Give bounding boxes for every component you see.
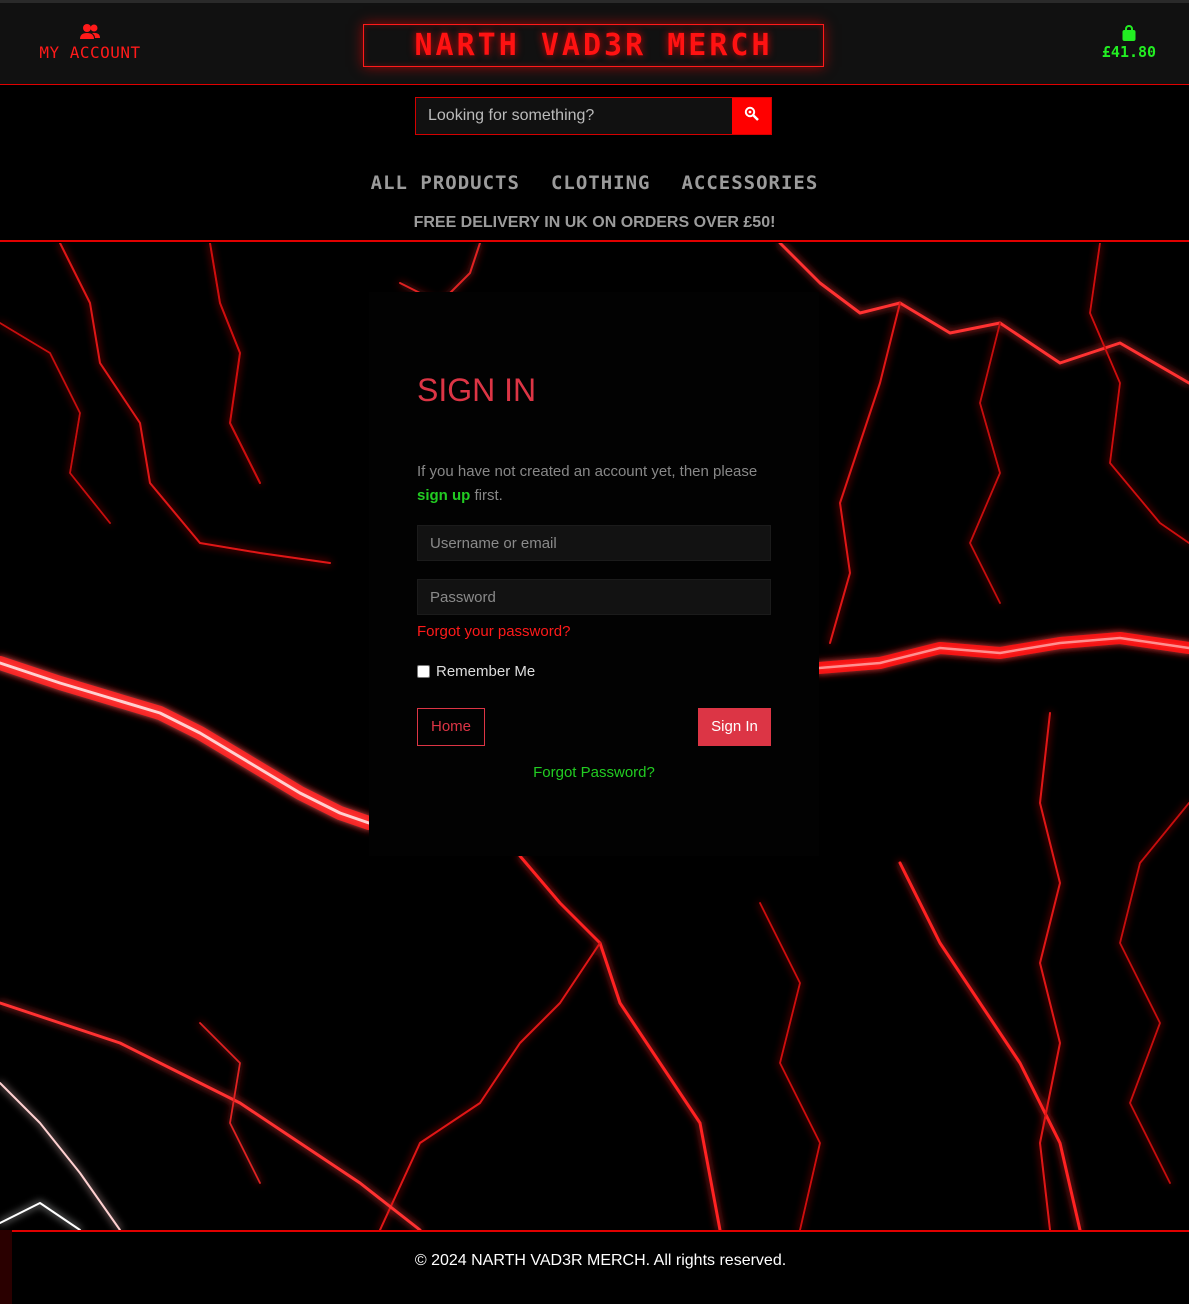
footer-copyright: © 2024 NARTH VAD3R MERCH. All rights res… [414, 1252, 787, 1269]
footer-edge [0, 1230, 12, 1304]
intro-text: If you have not created an account yet, … [417, 463, 758, 480]
nav-clothing[interactable]: CLOTHING [551, 172, 651, 194]
intro-suffix: first. [474, 487, 503, 504]
remember-label: Remember Me [436, 663, 536, 680]
signin-title: SIGN IN [417, 372, 537, 408]
remember-checkbox[interactable] [417, 665, 430, 678]
top-header: MY ACCOUNT NARTH VAD3R MERCH £41.80 [0, 0, 1189, 85]
forgot-password-link-secondary[interactable]: Forgot Password? [369, 764, 819, 781]
search-bar [415, 97, 772, 135]
cart-link[interactable]: £41.80 [1096, 25, 1162, 62]
home-button[interactable]: Home [417, 708, 485, 746]
site-footer: © 2024 NARTH VAD3R MERCH. All rights res… [12, 1230, 1189, 1304]
signin-card: SIGN IN If you have not created an accou… [369, 292, 819, 856]
users-icon [28, 23, 152, 41]
search-input[interactable] [416, 98, 733, 134]
site-logo[interactable]: NARTH VAD3R MERCH [363, 24, 824, 67]
delivery-banner: FREE DELIVERY IN UK ON ORDERS OVER £50! [413, 214, 776, 231]
nav-accessories[interactable]: ACCESSORIES [681, 172, 818, 194]
nav-all-products[interactable]: ALL PRODUCTS [371, 172, 520, 194]
search-icon [744, 106, 760, 127]
username-field[interactable] [417, 525, 771, 561]
remember-me[interactable]: Remember Me [417, 663, 535, 680]
navigation-area: ALL PRODUCTS CLOTHING ACCESSORIES FREE D… [0, 86, 1189, 242]
shopping-bag-icon [1096, 25, 1162, 43]
password-field[interactable] [417, 579, 771, 615]
my-account-label: MY ACCOUNT [39, 43, 141, 62]
signin-button[interactable]: Sign In [698, 708, 771, 746]
my-account-link[interactable]: MY ACCOUNT [28, 23, 152, 63]
main-nav: ALL PRODUCTS CLOTHING ACCESSORIES [0, 172, 1189, 194]
signin-intro: If you have not created an account yet, … [417, 460, 777, 508]
search-button[interactable] [732, 98, 771, 134]
cart-total: £41.80 [1101, 43, 1157, 61]
signup-link[interactable]: sign up [417, 487, 470, 504]
forgot-password-link[interactable]: Forgot your password? [417, 623, 570, 640]
